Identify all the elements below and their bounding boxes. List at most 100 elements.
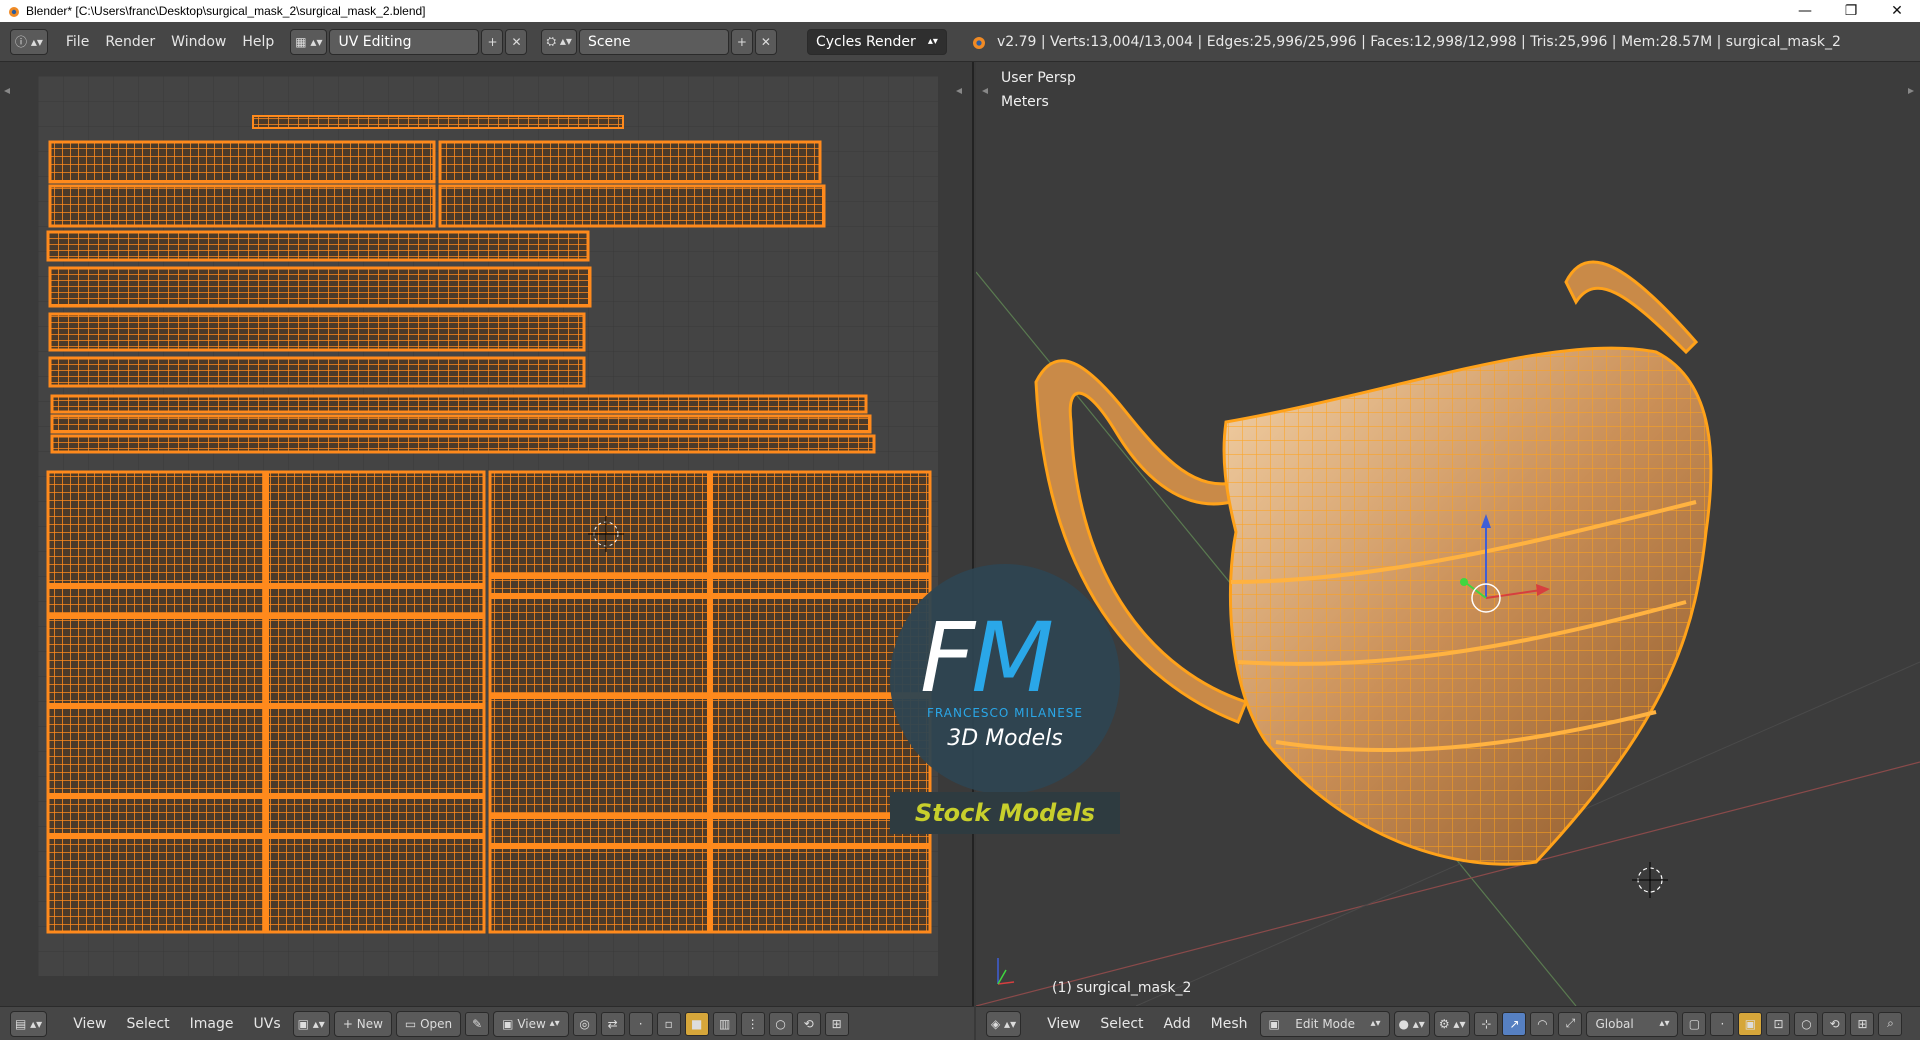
face-select-icon[interactable]: ■ xyxy=(684,1011,709,1036)
rotate-manipulator-icon[interactable]: ◠ xyxy=(1530,1011,1555,1036)
manipulator-toggle-icon[interactable]: ⊹ xyxy=(1474,1011,1499,1036)
uv-menu-uvs[interactable]: UVs xyxy=(246,1011,289,1037)
delete-scene-button[interactable]: ✕ xyxy=(754,28,777,55)
plus-icon: + xyxy=(487,34,498,49)
region-toggle-icon[interactable] xyxy=(980,86,990,96)
snap-icon[interactable]: ⟲ xyxy=(1822,1011,1847,1036)
minimize-button[interactable]: — xyxy=(1782,0,1828,22)
transform-orientation-dropdown[interactable]: Global ▴▾ xyxy=(1586,1010,1679,1037)
dropdown-arrows-icon: ▴▾ xyxy=(549,1018,560,1029)
image-icon: ▣ ▴▾ xyxy=(297,1016,325,1031)
uv-island xyxy=(46,230,590,262)
layout-grid-icon: ▦ ▴▾ xyxy=(295,34,323,49)
watermark-stock-label: Stock Models xyxy=(890,792,1120,834)
3d-viewport[interactable]: User Persp Meters (1) surgical_mask_2 xyxy=(976,62,1920,1006)
uv-menu-view[interactable]: View xyxy=(65,1011,114,1037)
watermark-subtitle: 3D Models xyxy=(947,726,1063,751)
menu-file[interactable]: File xyxy=(58,29,97,55)
vp-menu-view[interactable]: View xyxy=(1039,1011,1088,1037)
layer-icon[interactable]: ▢ xyxy=(1682,1011,1707,1036)
restore-button[interactable]: ❐ xyxy=(1828,0,1874,22)
view-mode-label: View xyxy=(517,1016,546,1031)
limit-selection-icon[interactable]: ⊡ xyxy=(1766,1011,1791,1036)
shading-icon: ● ▴▾ xyxy=(1398,1016,1425,1031)
island-select-icon[interactable]: ▥ xyxy=(712,1011,737,1036)
uv-island xyxy=(48,266,592,308)
new-image-button[interactable]: + New xyxy=(333,1010,392,1037)
dropdown-arrows-icon: ▴▾ xyxy=(1659,1018,1670,1029)
edge-select-icon[interactable]: ▫ xyxy=(656,1011,681,1036)
plus-icon: + xyxy=(342,1016,353,1031)
render-engine-label: Cycles Render xyxy=(815,33,916,50)
image-browse-button[interactable]: ▣ ▴▾ xyxy=(292,1010,330,1037)
vp-menu-add[interactable]: Add xyxy=(1156,1011,1199,1037)
proportional-edit-icon[interactable]: ○ xyxy=(768,1011,793,1036)
snap-icon[interactable]: ⟲ xyxy=(796,1011,821,1036)
uv-image-editor[interactable] xyxy=(0,62,974,1006)
uv-island xyxy=(50,414,872,434)
uv-island xyxy=(48,356,586,388)
close-button[interactable]: ✕ xyxy=(1874,0,1920,22)
scene-field[interactable]: Scene xyxy=(578,28,729,55)
viewport-shading-dropdown[interactable]: ● ▴▾ xyxy=(1393,1010,1430,1037)
render-preview-icon[interactable]: ⌕ xyxy=(1878,1011,1903,1036)
snap-element-icon[interactable]: ⊞ xyxy=(1850,1011,1875,1036)
watermark-name: FRANCESCO MILANESE xyxy=(927,706,1083,720)
delete-screen-button[interactable]: ✕ xyxy=(505,28,528,55)
uv-island xyxy=(48,140,436,184)
scale-manipulator-icon[interactable]: ⤢ xyxy=(1558,1011,1583,1036)
render-engine-dropdown[interactable]: Cycles Render ▴▾ xyxy=(806,28,947,55)
sticky-select-icon[interactable]: ⋮ xyxy=(740,1011,765,1036)
blender-logo-icon xyxy=(972,36,985,49)
scene-browse-button[interactable]: ⛭ ▴▾ xyxy=(541,28,577,55)
pivot-point-dropdown[interactable]: ⚙ ▴▾ xyxy=(1433,1010,1471,1037)
screen-layout-browse-button[interactable]: ▦ ▴▾ xyxy=(290,28,328,55)
screen-layout-name: UV Editing xyxy=(338,33,412,50)
uv-menu-image[interactable]: Image xyxy=(182,1011,242,1037)
snap-target-icon[interactable]: ⊞ xyxy=(824,1011,849,1036)
vp-menu-select[interactable]: Select xyxy=(1092,1011,1151,1037)
editor-type-button[interactable]: ▤ ▴▾ xyxy=(10,1010,48,1037)
menu-render[interactable]: Render xyxy=(97,29,163,55)
open-image-button[interactable]: ▭ Open xyxy=(395,1010,462,1037)
mode-dropdown[interactable]: ▣ Edit Mode ▴▾ xyxy=(1259,1010,1390,1037)
sync-selection-icon[interactable]: ⇄ xyxy=(600,1011,625,1036)
dropdown-arrows-icon: ▴▾ xyxy=(927,36,938,47)
region-toggle-icon[interactable] xyxy=(1906,86,1916,96)
vertex-select-mode-icon[interactable]: · xyxy=(1710,1011,1735,1036)
menu-window[interactable]: Window xyxy=(163,29,234,55)
uv-canvas[interactable] xyxy=(38,76,938,976)
new-image-label: New xyxy=(356,1016,383,1031)
scene-statistics: v2.79 | Verts:13,004/13,004 | Edges:25,9… xyxy=(996,33,1841,50)
view-mode-dropdown[interactable]: ▣ View ▴▾ xyxy=(493,1010,569,1037)
translate-manipulator-icon[interactable]: ↗ xyxy=(1502,1011,1527,1036)
info-header: ⓘ ▴▾ File Render Window Help ▦ ▴▾ UV Edi… xyxy=(0,22,1920,62)
uv-island xyxy=(48,312,586,352)
uv-layout xyxy=(38,76,938,976)
uv-island xyxy=(252,115,624,129)
open-image-label: Open xyxy=(420,1016,453,1031)
add-scene-button[interactable]: + xyxy=(730,28,753,55)
pin-icon[interactable]: ✎ xyxy=(465,1011,490,1036)
pivot-icon[interactable]: ◎ xyxy=(572,1011,597,1036)
uv-island xyxy=(50,434,876,454)
main-menu: File Render Window Help xyxy=(58,29,282,55)
unit-system: Meters xyxy=(1001,94,1049,110)
edit-mode-icon: ▣ xyxy=(1268,1016,1280,1031)
editor-type-info-button[interactable]: ⓘ ▴▾ xyxy=(10,28,48,55)
3d-cursor-icon[interactable] xyxy=(1632,862,1668,898)
face-select-mode-icon[interactable]: ▣ xyxy=(1738,1011,1763,1036)
watermark-m: M xyxy=(971,602,1054,714)
region-toggle-icon[interactable] xyxy=(954,86,964,96)
scene-icon: ⛭ ▴▾ xyxy=(546,34,572,48)
add-screen-button[interactable]: + xyxy=(481,28,504,55)
menu-help[interactable]: Help xyxy=(234,29,282,55)
uv-menu-select[interactable]: Select xyxy=(118,1011,177,1037)
screen-layout-field[interactable]: UV Editing xyxy=(329,28,480,55)
region-toggle-icon[interactable] xyxy=(2,86,12,96)
vp-menu-mesh[interactable]: Mesh xyxy=(1203,1011,1256,1037)
vertex-select-icon[interactable]: · xyxy=(628,1011,653,1036)
ear-loop-right xyxy=(1564,260,1699,355)
editor-type-button[interactable]: ◈ ▴▾ xyxy=(986,1010,1022,1037)
proportional-edit-icon[interactable]: ○ xyxy=(1794,1011,1819,1036)
